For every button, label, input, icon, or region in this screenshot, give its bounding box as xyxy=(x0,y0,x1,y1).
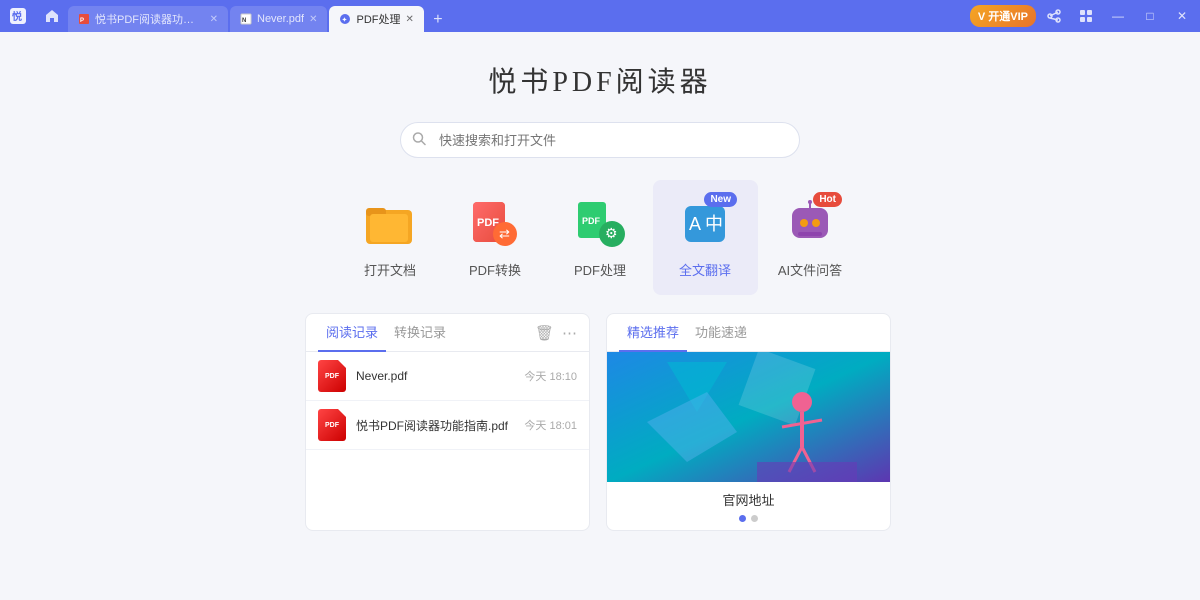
featured-illustration xyxy=(607,352,890,482)
svg-text:✦: ✦ xyxy=(342,16,348,24)
recommend-panel: 精选推荐 功能速递 xyxy=(606,313,891,531)
feature-ai[interactable]: Hot AI文件问答 xyxy=(758,180,863,295)
share-icon[interactable] xyxy=(1040,2,1068,30)
feature-convert[interactable]: PDF ⇄ PDF转换 xyxy=(443,180,548,295)
svg-text:⇄: ⇄ xyxy=(499,226,510,241)
featured-image[interactable] xyxy=(607,352,890,482)
tabs-area: P 悦书PDF阅读器功能指... ✕ N Never.pdf ✕ ✦ PDF处理… xyxy=(68,0,970,32)
tab-1[interactable]: N Never.pdf ✕ xyxy=(230,6,327,32)
pdf-file-icon-0: PDF xyxy=(318,360,346,392)
more-icon[interactable]: ⋯ xyxy=(562,324,577,342)
tab-features-news[interactable]: 功能速递 xyxy=(687,314,755,352)
tab-close-0[interactable]: ✕ xyxy=(210,14,218,25)
grid-icon[interactable] xyxy=(1072,2,1100,30)
feature-convert-label: PDF转换 xyxy=(469,260,521,279)
ai-icon-wrap: Hot xyxy=(782,196,838,252)
tab-featured[interactable]: 精选推荐 xyxy=(619,314,687,352)
convert-icon-wrap: PDF ⇄ xyxy=(467,196,523,252)
search-container xyxy=(400,122,800,158)
records-panel: 阅读记录 转换记录 🗑 ⋯ PDF Never.pdf 今天 18:10 PDF… xyxy=(305,313,590,531)
app-logo: 悦 xyxy=(0,0,36,32)
svg-text:中: 中 xyxy=(705,214,723,234)
tab-convert-records[interactable]: 转换记录 xyxy=(386,314,454,352)
recommend-tabs: 精选推荐 功能速递 xyxy=(607,314,890,352)
add-tab-button[interactable]: + xyxy=(426,8,450,32)
folder-icon xyxy=(364,200,416,248)
rec-dots xyxy=(607,515,890,530)
record-time-1: 今天 18:01 xyxy=(524,417,577,433)
search-icon xyxy=(412,132,426,149)
close-button[interactable]: ✕ xyxy=(1168,2,1196,30)
rec-dot-1[interactable] xyxy=(751,515,758,522)
svg-text:P: P xyxy=(80,18,84,24)
rec-dot-0[interactable] xyxy=(739,515,746,522)
panel-actions: 🗑 ⋯ xyxy=(535,324,577,342)
process-icon-wrap: PDF ⚙ xyxy=(572,196,628,252)
new-badge: New xyxy=(704,192,737,207)
search-input[interactable] xyxy=(400,122,800,158)
main-content: 悦书PDF阅读器 打开文档 xyxy=(0,32,1200,600)
feature-process[interactable]: PDF ⚙ PDF处理 xyxy=(548,180,653,295)
minimize-button[interactable]: — xyxy=(1104,2,1132,30)
svg-text:⚙: ⚙ xyxy=(605,225,618,241)
open-icon-wrap xyxy=(362,196,418,252)
svg-text:PDF: PDF xyxy=(582,216,601,226)
delete-icon[interactable]: 🗑 xyxy=(535,324,554,342)
record-item-0[interactable]: PDF Never.pdf 今天 18:10 xyxy=(306,352,589,401)
feature-translate[interactable]: A 中 New 全文翻译 xyxy=(653,180,758,295)
pdf-process-icon: PDF ⚙ xyxy=(574,198,626,250)
titlebar: 悦 P 悦书PDF阅读器功能指... ✕ N Never.pdf ✕ xyxy=(0,0,1200,32)
tab-0[interactable]: P 悦书PDF阅读器功能指... ✕ xyxy=(68,6,228,32)
record-time-0: 今天 18:10 xyxy=(524,368,577,384)
feature-process-label: PDF处理 xyxy=(574,260,626,279)
featured-title: 官网地址 xyxy=(607,482,890,515)
svg-text:A: A xyxy=(689,214,701,234)
pdf-file-icon-1: PDF xyxy=(318,409,346,441)
record-item-1[interactable]: PDF 悦书PDF阅读器功能指南.pdf 今天 18:01 xyxy=(306,401,589,450)
feature-translate-label: 全文翻译 xyxy=(679,260,731,279)
features-row: 打开文档 PDF ⇄ PDF转 xyxy=(338,180,863,295)
record-name-1: 悦书PDF阅读器功能指南.pdf xyxy=(356,417,514,434)
pdf-convert-icon: PDF ⇄ xyxy=(469,198,521,250)
hot-badge: Hot xyxy=(813,192,842,207)
record-name-0: Never.pdf xyxy=(356,369,514,383)
app-title: 悦书PDF阅读器 xyxy=(488,60,711,100)
tab-reading-records[interactable]: 阅读记录 xyxy=(318,314,386,352)
feature-ai-label: AI文件问答 xyxy=(778,260,842,279)
vip-button[interactable]: V 开通VIP xyxy=(970,5,1036,27)
svg-text:N: N xyxy=(242,18,246,24)
home-button[interactable] xyxy=(36,0,68,32)
maximize-button[interactable]: □ xyxy=(1136,2,1164,30)
records-tabs: 阅读记录 转换记录 🗑 ⋯ xyxy=(306,314,589,352)
translate-icon-wrap: A 中 New xyxy=(677,196,733,252)
feature-open[interactable]: 打开文档 xyxy=(338,180,443,295)
feature-open-label: 打开文档 xyxy=(364,260,416,279)
tab-close-1[interactable]: ✕ xyxy=(309,14,317,25)
tab-close-2[interactable]: ✕ xyxy=(405,14,413,25)
bottom-section: 阅读记录 转换记录 🗑 ⋯ PDF Never.pdf 今天 18:10 PDF… xyxy=(305,313,895,531)
svg-text:悦: 悦 xyxy=(12,10,22,23)
titlebar-right: V 开通VIP — □ ✕ xyxy=(970,2,1200,30)
tab-2[interactable]: ✦ PDF处理 ✕ xyxy=(329,6,423,32)
